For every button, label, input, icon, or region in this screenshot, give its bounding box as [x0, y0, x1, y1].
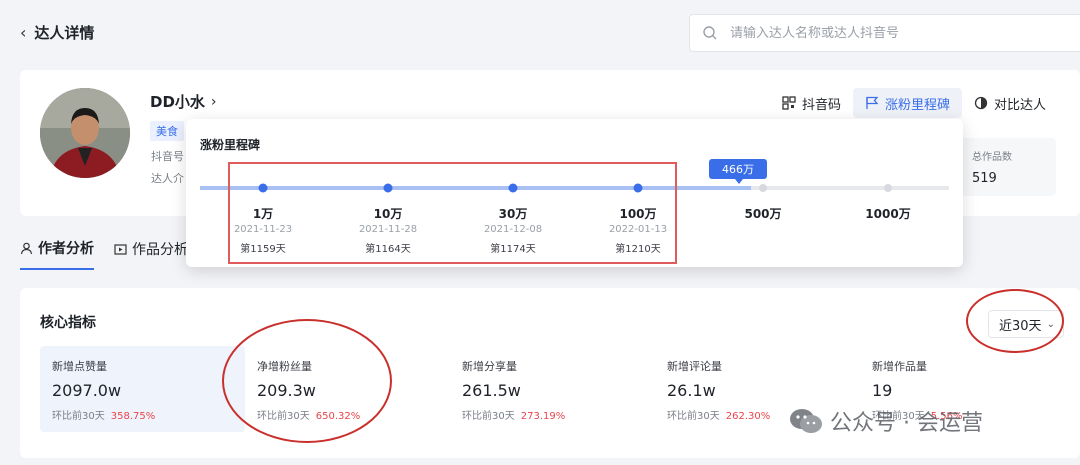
milestone-label: 100万 — [619, 207, 657, 221]
flag-icon — [866, 96, 879, 109]
profile-actions: 抖音码 涨粉里程碑 对比达人 — [770, 88, 1058, 118]
search-icon — [703, 26, 717, 40]
milestone-date: 2021-12-08 — [483, 224, 543, 235]
milestone-day: 第1210天 — [615, 244, 661, 255]
author-name-link[interactable]: DD小水 › — [150, 91, 217, 112]
milestone-label: 500万 — [744, 207, 782, 221]
milestone-label: 1万 — [252, 207, 274, 221]
milestone-label: 30万 — [498, 207, 528, 221]
milestone-popover: 涨粉里程碑 466万 1万 2021-11-23 第1159天 10万 2021-11-… — [186, 119, 963, 267]
date-range-value: 近30天 — [999, 318, 1042, 334]
metric-label: 净增粉丝量 — [257, 360, 312, 373]
user-icon — [20, 242, 33, 254]
metric-label: 新增作品量 — [872, 360, 927, 373]
milestone-timeline — [200, 183, 949, 193]
milestone-day: 第1174天 — [490, 244, 536, 255]
metric-label: 新增评论量 — [667, 360, 722, 373]
compare-button[interactable]: 对比达人 — [962, 88, 1058, 118]
metric-change-pct: 650.32% — [315, 411, 361, 422]
total-works-label: 总作品数 — [972, 152, 1012, 163]
author-name: DD小水 — [150, 93, 205, 111]
metric-change-pct: 262.30% — [725, 411, 771, 422]
metric-compare-label: 环比前30天 — [462, 411, 515, 422]
current-followers-badge: 466万 — [709, 159, 767, 184]
milestone-date: 2021-11-23 — [233, 224, 293, 235]
metric-likes[interactable]: 新增点赞量 2097.0w 环比前30天 358.75% — [40, 346, 245, 432]
metric-compare-label: 环比前30天 — [667, 411, 720, 422]
milestone-dot — [508, 183, 518, 193]
metric-value: 19 — [872, 381, 893, 400]
milestone-label: 1000万 — [865, 207, 911, 221]
analysis-tabs: 作者分析 作品分析 — [20, 238, 188, 270]
wechat-icon — [790, 409, 822, 433]
tab-works-analysis-label: 作品分析 — [132, 242, 188, 258]
metric-compare-label: 环比前30天 — [257, 411, 310, 422]
metric-label: 新增分享量 — [462, 360, 517, 373]
milestone-dot — [633, 183, 643, 193]
milestone-label: 涨粉里程碑 — [885, 97, 951, 113]
tab-works-analysis[interactable]: 作品分析 — [114, 238, 188, 270]
metric-value: 26.1w — [667, 381, 716, 400]
compare-icon — [974, 96, 988, 110]
video-icon — [114, 243, 127, 255]
milestone-dot — [884, 184, 892, 192]
search-box[interactable] — [689, 14, 1080, 52]
compare-label: 对比达人 — [994, 97, 1047, 113]
metric-change-pct: 273.19% — [520, 411, 566, 422]
total-works-card: 总作品数 519 — [952, 138, 1056, 196]
tab-author-analysis-label: 作者分析 — [38, 241, 94, 257]
milestone-dot — [258, 183, 268, 193]
tab-author-analysis[interactable]: 作者分析 — [20, 238, 94, 270]
milestone-day: 第1164天 — [365, 244, 411, 255]
chevron-left-icon: ‹ — [20, 23, 27, 42]
chevron-right-icon: › — [210, 93, 217, 110]
watermark-text: 公众号 · 会运营 — [830, 411, 983, 436]
milestone-day: 第1159天 — [240, 244, 286, 255]
intro-label: 达人介 — [151, 172, 184, 185]
metric-value: 2097.0w — [52, 381, 122, 400]
milestone-label: 10万 — [373, 207, 403, 221]
metric-value: 261.5w — [462, 381, 521, 400]
douyin-id-label: 抖音号 — [151, 150, 184, 163]
watermark: 公众号 · 会运营 — [788, 405, 983, 437]
milestone-date: 2022-01-13 — [608, 224, 668, 235]
milestone-date: 2021-11-28 — [358, 224, 418, 235]
core-metrics-title: 核心指标 — [40, 315, 96, 331]
metric-compare-label: 环比前30天 — [52, 411, 105, 422]
page-title: 达人详情 — [34, 24, 95, 42]
top-bar: ‹ 达人详情 — [0, 0, 1080, 66]
milestone-dot — [759, 184, 767, 192]
metric-value: 209.3w — [257, 381, 316, 400]
category-tag: 美食 — [150, 121, 184, 141]
qrcode-button[interactable]: 抖音码 — [770, 88, 853, 118]
chevron-down-icon: ⌄ — [1046, 318, 1055, 330]
metric-change-pct: 358.75% — [110, 411, 156, 422]
metric-shares[interactable]: 新增分享量 261.5w 环比前30天 273.19% — [450, 346, 655, 432]
qrcode-icon — [782, 96, 796, 110]
milestone-dot — [383, 183, 393, 193]
search-input[interactable] — [730, 25, 1060, 41]
qrcode-label: 抖音码 — [802, 97, 842, 113]
date-range-select[interactable]: 近30天 ⌄ — [988, 310, 1064, 338]
metric-label: 新增点赞量 — [52, 360, 107, 373]
total-works-value: 519 — [972, 171, 997, 186]
metric-net-followers[interactable]: 净增粉丝量 209.3w 环比前30天 650.32% — [245, 346, 450, 432]
back-button[interactable]: ‹ 达人详情 — [20, 22, 94, 43]
milestone-button[interactable]: 涨粉里程碑 — [853, 88, 963, 118]
avatar[interactable] — [40, 88, 130, 178]
